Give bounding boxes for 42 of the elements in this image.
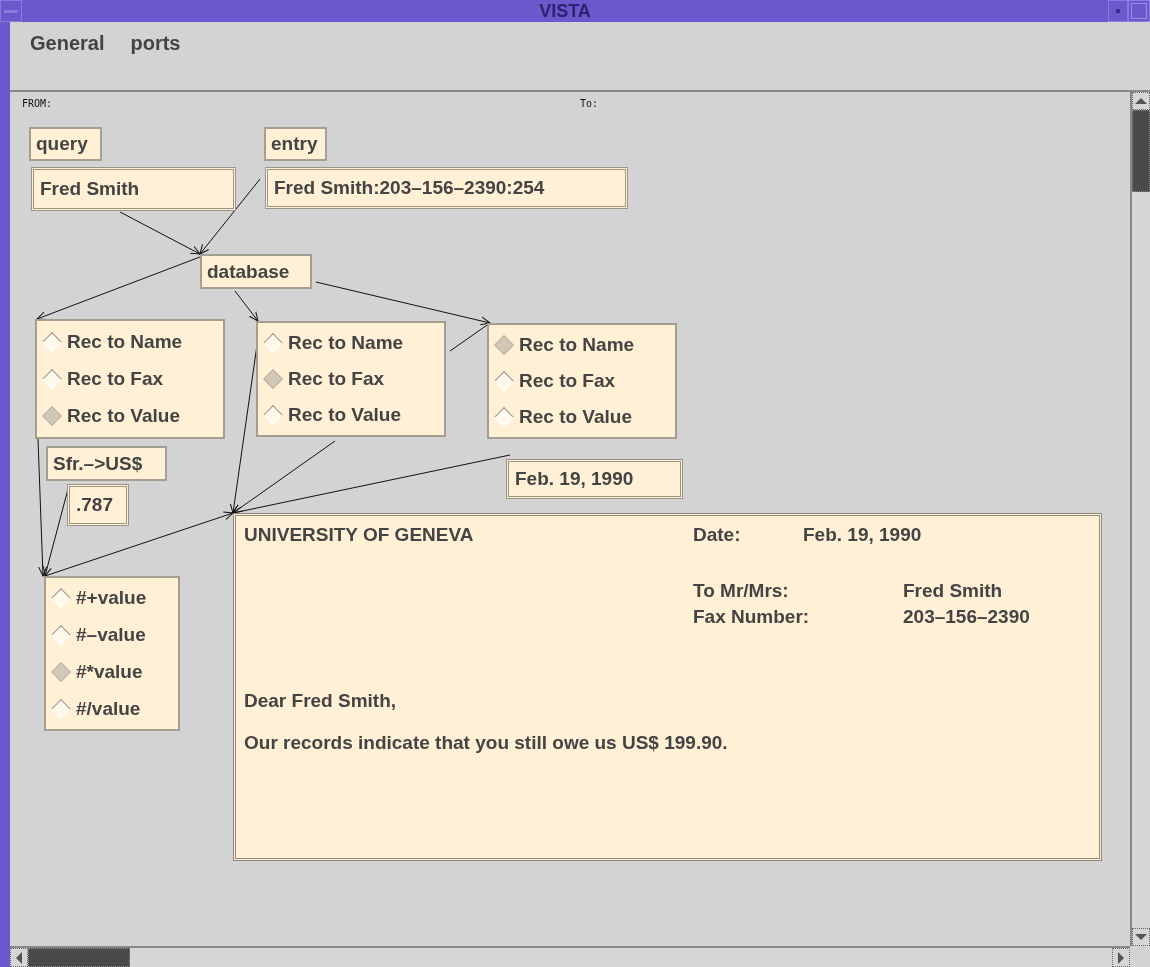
window-title: VISTA xyxy=(538,0,592,22)
radio-option[interactable]: Rec to Name xyxy=(262,332,440,354)
input-field[interactable]: Fred Smith:203–156–2390:254 xyxy=(265,167,628,209)
scroll-thumb[interactable] xyxy=(1132,110,1150,192)
radio-option[interactable]: Rec to Name xyxy=(493,334,671,356)
minimize-button[interactable] xyxy=(1108,0,1128,22)
radio-option[interactable]: #–value xyxy=(50,624,174,647)
radio-option[interactable]: Rec to Fax xyxy=(262,368,440,390)
node-label[interactable]: database xyxy=(200,254,312,289)
letter-heading: UNIVERSITY OF GENEVA xyxy=(244,523,475,547)
radio-option[interactable]: Rec to Value xyxy=(262,404,440,426)
letter-greeting: Dear Fred Smith, xyxy=(244,690,398,712)
menu-item[interactable]: General xyxy=(30,30,105,55)
node-label[interactable]: entry xyxy=(264,127,327,161)
field-value: 203–156–2390 xyxy=(903,605,1030,629)
field-label: To Mr/Mrs: xyxy=(693,579,790,603)
field-value: Fred Smith xyxy=(903,579,1003,603)
input-field[interactable]: Feb. 19, 1990 xyxy=(506,459,683,499)
horizontal-scrollbar[interactable] xyxy=(10,946,1130,967)
radio-option[interactable]: #+value xyxy=(50,587,174,610)
field-label: Date: xyxy=(693,523,742,547)
letter-text: Our records indicate that you still owe us US$ 199.90. xyxy=(244,732,729,754)
scroll-thumb[interactable] xyxy=(28,948,130,967)
field-label: Fax Number: xyxy=(693,605,811,629)
radio-option[interactable]: #/value xyxy=(50,697,174,720)
from-label: FROM: xyxy=(22,98,53,109)
radio-option[interactable]: #*value xyxy=(50,660,174,683)
to-label: To: xyxy=(580,98,599,109)
scroll-down-button[interactable] xyxy=(1132,928,1150,946)
field-value: Feb. 19, 1990 xyxy=(803,523,922,547)
node-label[interactable]: query xyxy=(29,127,102,161)
radio-option[interactable]: Rec to Fax xyxy=(493,370,671,392)
input-field[interactable]: .787 xyxy=(67,484,129,526)
radio-option[interactable]: Rec to Value xyxy=(41,405,219,428)
input-field[interactable]: Fred Smith xyxy=(31,167,236,211)
radio-option[interactable]: Rec to Fax xyxy=(41,368,219,390)
menu-item[interactable]: ports xyxy=(130,30,181,55)
radio-option[interactable]: Rec to Name xyxy=(41,330,219,353)
vertical-scrollbar[interactable] xyxy=(1130,92,1150,946)
node-label[interactable]: Sfr.–>US$ xyxy=(46,446,167,481)
scroll-right-button[interactable] xyxy=(1112,948,1130,967)
radio-option[interactable]: Rec to Value xyxy=(493,406,671,428)
